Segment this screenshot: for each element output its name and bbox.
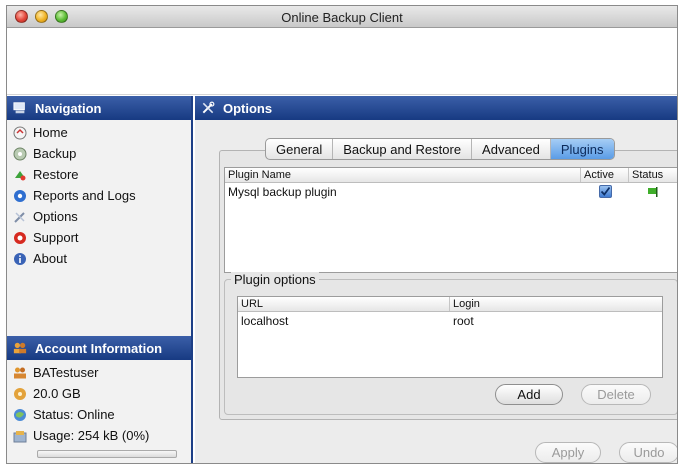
column-header-status[interactable]: Status — [629, 168, 677, 182]
nav-item-reports[interactable]: Reports and Logs — [7, 185, 191, 206]
disk-icon — [13, 387, 27, 401]
options-icon — [13, 210, 27, 224]
plugins-table: Plugin Name Active Status Mysql backup p… — [224, 167, 677, 273]
user-icon — [13, 366, 27, 380]
account-title: Account Information — [35, 340, 163, 356]
account-info: BATestuser 20.0 GB Status: Online Usage:… — [7, 360, 191, 446]
account-user: BATestuser — [7, 362, 191, 383]
tools-icon — [201, 101, 215, 115]
main-panel: Options Plugin Name Active Status Mysql … — [195, 96, 677, 463]
app-window: Online Backup Client Navigation Home Bac… — [6, 5, 678, 464]
url-cell: localhost — [241, 313, 289, 328]
plugins-table-header: Plugin Name Active Status — [225, 168, 677, 183]
nav-item-backup[interactable]: Backup — [7, 143, 191, 164]
apply-button[interactable]: Apply — [535, 442, 601, 463]
tab-plugins[interactable]: Plugins — [550, 139, 614, 159]
column-header-plugin-name[interactable]: Plugin Name — [225, 168, 581, 182]
undo-button[interactable]: Undo — [619, 442, 677, 463]
table-row[interactable]: Mysql backup plugin — [225, 183, 677, 200]
support-icon — [13, 231, 27, 245]
options-title: Options — [223, 100, 273, 116]
info-icon — [13, 252, 27, 266]
table-row[interactable]: localhost root — [238, 312, 662, 329]
options-tabs: General Backup and Restore Advanced Plug… — [265, 138, 615, 160]
users-icon — [13, 341, 27, 355]
usage-chart-icon — [13, 429, 27, 443]
nav-item-options[interactable]: Options — [7, 206, 191, 227]
options-header: Options — [195, 96, 677, 120]
tab-advanced[interactable]: Advanced — [472, 139, 551, 159]
reports-icon — [13, 189, 27, 203]
plugin-active-checkbox[interactable] — [598, 185, 612, 198]
plugin-options-table: URL Login localhost root — [237, 296, 663, 378]
navigation-header: Navigation — [7, 96, 191, 120]
nav-label-options: Options — [33, 209, 78, 224]
account-quota-label: 20.0 GB — [33, 386, 81, 401]
nav-label-home: Home — [33, 125, 68, 140]
toolbar-area — [7, 29, 677, 95]
plugin-options-group: Plugin options URL Login localhost root … — [224, 272, 677, 415]
nav-label-about: About — [33, 251, 67, 266]
tab-content: Plugin Name Active Status Mysql backup p… — [219, 150, 677, 420]
nav-label-backup: Backup — [33, 146, 77, 161]
navigation-list: Home Backup Restore Reports and Logs Opt… — [7, 120, 191, 269]
usage-progress-bar — [37, 450, 177, 458]
title-bar: Online Backup Client — [7, 6, 677, 28]
restore-icon — [13, 168, 27, 182]
status-globe-icon — [13, 408, 27, 422]
nav-item-support[interactable]: Support — [7, 227, 191, 248]
tab-backup-and-restore[interactable]: Backup and Restore — [333, 139, 473, 159]
status-flag-icon — [648, 186, 658, 197]
add-button[interactable]: Add — [495, 384, 563, 405]
nav-item-home[interactable]: Home — [7, 122, 191, 143]
plugin-options-title: Plugin options — [231, 272, 319, 287]
column-header-login[interactable]: Login — [450, 297, 662, 311]
computer-icon — [13, 101, 27, 115]
checkmark-icon — [600, 186, 610, 196]
navigation-title: Navigation — [35, 100, 102, 116]
account-quota: 20.0 GB — [7, 383, 191, 404]
account-usage: Usage: 254 kB (0%) — [7, 425, 191, 446]
account-status-label: Status: Online — [33, 407, 115, 422]
plugin-name-cell: Mysql backup plugin — [228, 184, 337, 199]
plugin-options-header: URL Login — [238, 297, 662, 312]
nav-label-support: Support — [33, 230, 79, 245]
home-icon — [13, 126, 27, 140]
plugin-active-cell — [581, 183, 629, 200]
sidebar: Navigation Home Backup Restore Reports a… — [7, 96, 193, 463]
nav-item-restore[interactable]: Restore — [7, 164, 191, 185]
window-title: Online Backup Client — [281, 10, 403, 25]
account-header: Account Information — [7, 336, 191, 360]
nav-label-reports: Reports and Logs — [33, 188, 136, 203]
delete-button[interactable]: Delete — [581, 384, 651, 405]
account-user-label: BATestuser — [33, 365, 99, 380]
nav-label-restore: Restore — [33, 167, 79, 182]
account-status: Status: Online — [7, 404, 191, 425]
column-header-url[interactable]: URL — [238, 297, 450, 311]
tab-general[interactable]: General — [266, 139, 334, 159]
account-usage-label: Usage: 254 kB (0%) — [33, 428, 150, 443]
column-header-active[interactable]: Active — [581, 168, 629, 182]
plugin-status-cell — [629, 183, 677, 200]
login-cell: root — [453, 313, 474, 328]
nav-item-about[interactable]: About — [7, 248, 191, 269]
backup-icon — [13, 147, 27, 161]
